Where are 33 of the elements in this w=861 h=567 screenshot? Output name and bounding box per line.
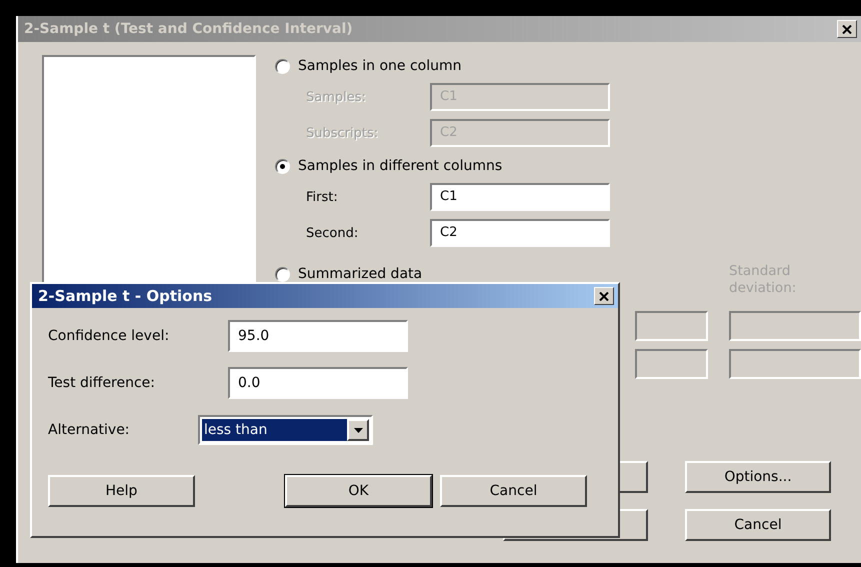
dialog-button[interactable]: Help bbox=[48, 475, 195, 507]
input-field[interactable]: C1 bbox=[430, 183, 610, 211]
window-title: 2-Sample t (Test and Confidence Interval) bbox=[24, 21, 353, 37]
input-field[interactable] bbox=[635, 311, 708, 341]
dropdown[interactable]: less than bbox=[198, 415, 373, 445]
input-field[interactable] bbox=[635, 349, 708, 379]
field-label: Test difference: bbox=[48, 375, 156, 391]
close-button[interactable] bbox=[594, 287, 614, 305]
close-icon bbox=[842, 24, 852, 34]
radio-button[interactable] bbox=[275, 58, 290, 74]
input-field[interactable] bbox=[729, 349, 861, 379]
input-field[interactable] bbox=[729, 311, 861, 341]
dialog-button[interactable]: Cancel bbox=[440, 475, 587, 507]
dropdown-button[interactable] bbox=[347, 419, 369, 441]
field-label: Alternative: bbox=[48, 422, 131, 438]
caret-icon bbox=[354, 428, 362, 432]
radio-label: Samples in one column bbox=[298, 58, 462, 74]
radio-button[interactable] bbox=[275, 266, 290, 282]
radio-label: Summarized data bbox=[298, 266, 422, 282]
dialog-button[interactable]: OK bbox=[285, 475, 432, 507]
field-label: First: bbox=[306, 190, 339, 204]
cancel-button[interactable]: Cancel bbox=[685, 509, 831, 541]
input-field[interactable]: 95.0 bbox=[228, 320, 408, 352]
radio-label: Samples in different columns bbox=[298, 158, 502, 174]
close-button[interactable] bbox=[837, 20, 857, 38]
options-button[interactable]: Options... bbox=[685, 461, 831, 493]
input-field[interactable]: C2 bbox=[430, 219, 610, 247]
close-icon bbox=[599, 292, 609, 300]
field-label: Second: bbox=[306, 226, 360, 240]
radio-button[interactable] bbox=[275, 158, 290, 174]
input-field[interactable]: 0.0 bbox=[228, 367, 408, 399]
window-title: 2-Sample t - Options bbox=[38, 287, 212, 305]
field-label: Confidence level: bbox=[48, 328, 170, 344]
